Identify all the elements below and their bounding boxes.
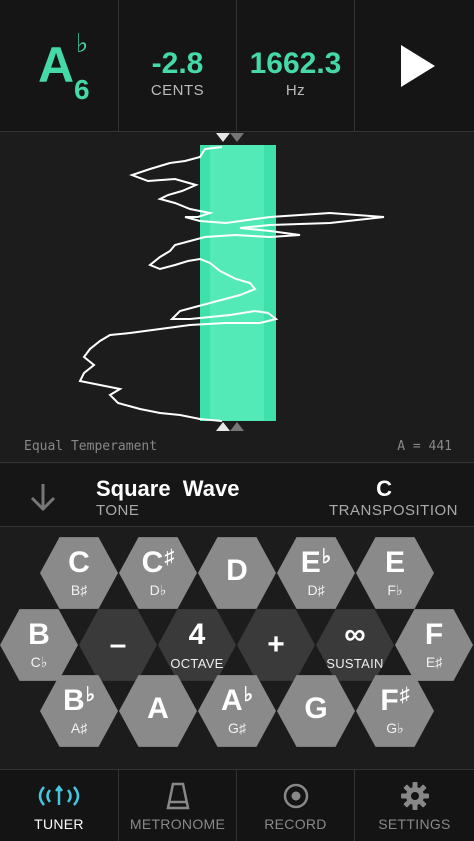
transposition-value[interactable]: C <box>376 476 392 502</box>
top-marker-shadow <box>230 133 244 142</box>
metronome-icon <box>165 780 191 812</box>
nav-tuner[interactable]: TUNER <box>0 770 118 841</box>
key-accidental: ♯ <box>399 683 410 706</box>
play-button[interactable] <box>354 0 474 132</box>
octave-up-button[interactable]: + <box>237 609 315 681</box>
top-marker-icon <box>216 133 230 142</box>
key-label: A <box>220 684 243 717</box>
hz-value: 1662.3 <box>249 46 342 80</box>
sustain-label: SUSTAIN <box>326 655 384 671</box>
temperament-label[interactable]: Equal Temperament <box>24 439 157 454</box>
octave-display: 4 OCTAVE <box>158 609 236 681</box>
octave-value: 4 <box>188 617 206 651</box>
octave-label: OCTAVE <box>170 655 224 671</box>
infinity-icon: ∞ <box>344 617 366 651</box>
tone-bar: Square Wave TONE C TRANSPOSITION <box>0 464 474 527</box>
nav-settings[interactable]: SETTINGS <box>354 770 474 841</box>
transposition-label: TRANSPOSITION <box>328 502 458 519</box>
octave-down-button[interactable]: – <box>79 609 157 681</box>
key-enharmonic: G♯ <box>228 720 246 736</box>
key-e[interactable]: E F♭ <box>356 537 434 609</box>
key-e-flat[interactable]: E ♭ D♯ <box>277 537 355 609</box>
key-a-flat[interactable]: A ♭ G♯ <box>198 675 276 747</box>
cents-value: -2.8 <box>151 46 204 80</box>
note-keypad: C B♯ C ♯ D♭ D E ♭ D♯ E F♭ B C♭ – 4 OCTAVE … <box>0 528 474 768</box>
play-icon <box>400 45 435 87</box>
key-g[interactable]: G <box>277 675 355 747</box>
tuner-icon <box>34 780 84 812</box>
settings-icon <box>400 780 430 812</box>
waveform-display: Equal Temperament A = 441 <box>0 133 474 463</box>
key-accidental: ♭ <box>243 684 254 706</box>
in-tune-band-inner <box>210 145 264 421</box>
key-accidental: ♯ <box>164 545 175 568</box>
key-enharmonic: D♭ <box>149 581 167 598</box>
key-enharmonic: B♯ <box>70 582 88 598</box>
record-icon <box>282 780 310 812</box>
nav-record-label: RECORD <box>264 816 327 832</box>
key-f-sharp[interactable]: F ♯ G♭ <box>356 675 434 747</box>
key-label: B <box>28 617 50 651</box>
key-enharmonic: D♯ <box>307 582 325 598</box>
minus-icon: – <box>109 628 127 661</box>
waveform-graph <box>78 133 385 431</box>
nav-metronome[interactable]: METRONOME <box>118 770 236 841</box>
note-accidental: ♭ <box>76 28 89 58</box>
key-accidental: ♭ <box>321 546 332 568</box>
key-enharmonic: G♭ <box>386 719 404 736</box>
tuner-readout: A ♭ 6 -2.8 CENTS 1662.3 Hz <box>0 0 474 132</box>
a-reference-label[interactable]: A = 441 <box>397 439 452 454</box>
cents-label: CENTS <box>150 81 205 99</box>
key-d[interactable]: D <box>198 537 276 609</box>
bottom-marker-icon <box>216 422 230 431</box>
note-letter: A <box>38 37 75 93</box>
key-c-sharp[interactable]: C ♯ D♭ <box>119 537 197 609</box>
tone-value[interactable]: Square Wave <box>96 476 239 502</box>
tone-label: TONE <box>96 502 140 519</box>
detected-note: A ♭ 6 <box>0 0 118 132</box>
key-label: F <box>380 683 399 717</box>
key-a[interactable]: A <box>119 675 197 747</box>
key-label: E <box>300 546 321 579</box>
hz-label: Hz <box>285 81 306 99</box>
key-enharmonic: C♭ <box>30 653 48 670</box>
nav-record[interactable]: RECORD <box>236 770 354 841</box>
key-label: B <box>62 684 85 717</box>
frequency-display: 1662.3 Hz <box>236 0 354 132</box>
key-label: C <box>141 545 164 579</box>
key-b[interactable]: B C♭ <box>0 609 78 681</box>
cents-display: -2.8 CENTS <box>118 0 236 132</box>
nav-tuner-label: TUNER <box>34 816 84 832</box>
note-octave: 6 <box>74 74 90 105</box>
key-enharmonic: A♯ <box>70 720 88 736</box>
bottom-marker-shadow <box>230 422 244 431</box>
key-label: F <box>424 618 444 651</box>
arrow-down-icon[interactable] <box>26 480 60 514</box>
key-label: D <box>226 554 248 587</box>
key-enharmonic: F♭ <box>387 581 403 598</box>
key-b-flat[interactable]: B ♭ A♯ <box>40 675 118 747</box>
key-accidental: ♭ <box>85 684 96 706</box>
nav-settings-label: SETTINGS <box>378 816 451 832</box>
key-c[interactable]: C B♯ <box>40 537 118 609</box>
key-label: A <box>147 692 169 725</box>
key-f[interactable]: F E♯ <box>395 609 473 681</box>
sustain-button[interactable]: ∞ SUSTAIN <box>316 609 394 681</box>
nav-metronome-label: METRONOME <box>129 816 226 832</box>
plus-icon: + <box>267 628 285 661</box>
key-label: G <box>304 692 328 725</box>
key-label: C <box>68 546 90 579</box>
key-enharmonic: E♯ <box>425 654 443 670</box>
key-label: E <box>384 545 405 579</box>
bottom-nav: TUNER METRONOME RECORD SETTINGS <box>0 769 474 841</box>
